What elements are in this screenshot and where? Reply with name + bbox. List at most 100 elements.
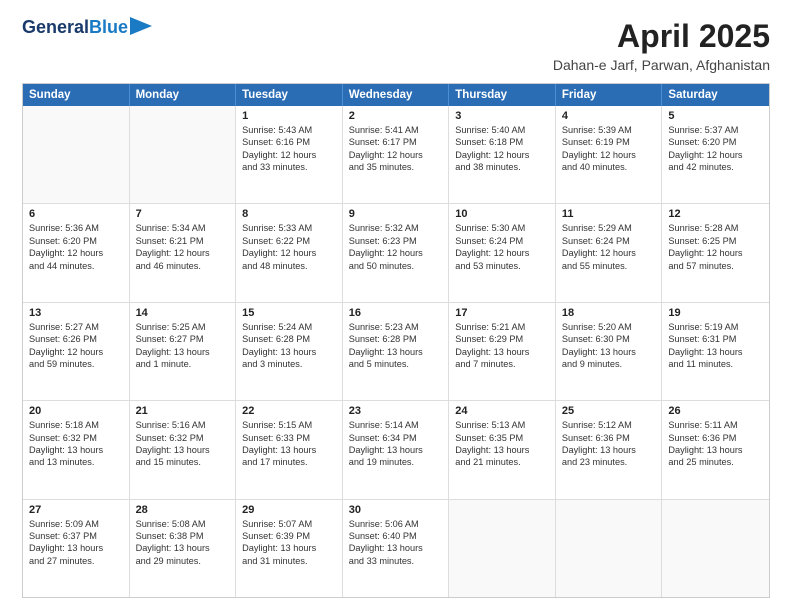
day-number: 19 — [668, 307, 763, 319]
cell-line: Daylight: 13 hours — [242, 444, 336, 456]
cell-line: Sunset: 6:33 PM — [242, 432, 336, 444]
cell-line: Sunset: 6:36 PM — [562, 432, 656, 444]
day-number: 20 — [29, 405, 123, 417]
cal-cell: 23Sunrise: 5:14 AMSunset: 6:34 PMDayligh… — [343, 401, 450, 498]
cell-line: Daylight: 12 hours — [349, 149, 443, 161]
day-number: 27 — [29, 504, 123, 516]
logo: GeneralBlue — [22, 18, 152, 38]
cal-cell: 8Sunrise: 5:33 AMSunset: 6:22 PMDaylight… — [236, 204, 343, 301]
day-number: 6 — [29, 208, 123, 220]
cal-cell: 18Sunrise: 5:20 AMSunset: 6:30 PMDayligh… — [556, 303, 663, 400]
cal-cell: 5Sunrise: 5:37 AMSunset: 6:20 PMDaylight… — [662, 106, 769, 203]
cell-line: and 1 minute. — [136, 358, 230, 370]
cell-line: Sunrise: 5:19 AM — [668, 321, 763, 333]
cell-line: Sunset: 6:21 PM — [136, 235, 230, 247]
cell-line: Sunrise: 5:12 AM — [562, 419, 656, 431]
day-number: 23 — [349, 405, 443, 417]
cell-line: Daylight: 12 hours — [349, 247, 443, 259]
cell-line: Daylight: 13 hours — [455, 444, 549, 456]
cell-line: Sunrise: 5:39 AM — [562, 124, 656, 136]
cell-line: Daylight: 13 hours — [242, 542, 336, 554]
day-number: 24 — [455, 405, 549, 417]
cell-line: Daylight: 13 hours — [136, 346, 230, 358]
day-number: 30 — [349, 504, 443, 516]
cell-line: Sunset: 6:26 PM — [29, 333, 123, 345]
main-title: April 2025 — [553, 18, 770, 55]
cell-line: Sunset: 6:18 PM — [455, 136, 549, 148]
cell-line: and 25 minutes. — [668, 456, 763, 468]
day-number: 13 — [29, 307, 123, 319]
week-row-4: 27Sunrise: 5:09 AMSunset: 6:37 PMDayligh… — [23, 499, 769, 597]
cal-cell: 19Sunrise: 5:19 AMSunset: 6:31 PMDayligh… — [662, 303, 769, 400]
cell-line: Daylight: 13 hours — [562, 346, 656, 358]
day-number: 16 — [349, 307, 443, 319]
cell-line: and 31 minutes. — [242, 555, 336, 567]
cell-line: and 15 minutes. — [136, 456, 230, 468]
cal-cell: 12Sunrise: 5:28 AMSunset: 6:25 PMDayligh… — [662, 204, 769, 301]
cell-line: and 7 minutes. — [455, 358, 549, 370]
cell-line: and 13 minutes. — [29, 456, 123, 468]
cal-cell: 4Sunrise: 5:39 AMSunset: 6:19 PMDaylight… — [556, 106, 663, 203]
logo-arrow-icon — [130, 17, 152, 35]
cell-line: Daylight: 13 hours — [349, 444, 443, 456]
cell-line: Sunrise: 5:37 AM — [668, 124, 763, 136]
col-header-sunday: Sunday — [23, 84, 130, 106]
cell-line: Sunset: 6:39 PM — [242, 530, 336, 542]
cell-line: Sunset: 6:24 PM — [455, 235, 549, 247]
day-number: 29 — [242, 504, 336, 516]
cell-line: and 57 minutes. — [668, 260, 763, 272]
cell-line: Daylight: 12 hours — [242, 247, 336, 259]
day-number: 12 — [668, 208, 763, 220]
day-number: 11 — [562, 208, 656, 220]
day-number: 25 — [562, 405, 656, 417]
cell-line: and 35 minutes. — [349, 161, 443, 173]
week-row-3: 20Sunrise: 5:18 AMSunset: 6:32 PMDayligh… — [23, 400, 769, 498]
cell-line: and 55 minutes. — [562, 260, 656, 272]
cell-line: Sunrise: 5:23 AM — [349, 321, 443, 333]
day-number: 26 — [668, 405, 763, 417]
cell-line: and 40 minutes. — [562, 161, 656, 173]
cell-line: Sunrise: 5:34 AM — [136, 222, 230, 234]
cell-line: Sunset: 6:35 PM — [455, 432, 549, 444]
cell-line: and 50 minutes. — [349, 260, 443, 272]
cell-line: Sunrise: 5:11 AM — [668, 419, 763, 431]
cell-line: Sunset: 6:40 PM — [349, 530, 443, 542]
cal-cell: 1Sunrise: 5:43 AMSunset: 6:16 PMDaylight… — [236, 106, 343, 203]
cell-line: Sunset: 6:31 PM — [668, 333, 763, 345]
cell-line: and 59 minutes. — [29, 358, 123, 370]
cell-line: and 33 minutes. — [242, 161, 336, 173]
cell-line: and 46 minutes. — [136, 260, 230, 272]
cal-cell: 22Sunrise: 5:15 AMSunset: 6:33 PMDayligh… — [236, 401, 343, 498]
cell-line: Sunrise: 5:29 AM — [562, 222, 656, 234]
week-row-1: 6Sunrise: 5:36 AMSunset: 6:20 PMDaylight… — [23, 203, 769, 301]
cell-line: and 3 minutes. — [242, 358, 336, 370]
cell-line: Sunset: 6:19 PM — [562, 136, 656, 148]
cell-line: Sunrise: 5:40 AM — [455, 124, 549, 136]
cell-line: Sunrise: 5:43 AM — [242, 124, 336, 136]
cell-line: Daylight: 13 hours — [455, 346, 549, 358]
cell-line: Daylight: 12 hours — [562, 247, 656, 259]
subtitle: Dahan-e Jarf, Parwan, Afghanistan — [553, 57, 770, 73]
cal-cell: 10Sunrise: 5:30 AMSunset: 6:24 PMDayligh… — [449, 204, 556, 301]
cell-line: and 5 minutes. — [349, 358, 443, 370]
cal-cell — [662, 500, 769, 597]
cell-line: Sunrise: 5:08 AM — [136, 518, 230, 530]
header: GeneralBlue April 2025 Dahan-e Jarf, Par… — [22, 18, 770, 73]
cell-line: Sunset: 6:29 PM — [455, 333, 549, 345]
cell-line: Daylight: 12 hours — [242, 149, 336, 161]
cell-line: Sunrise: 5:28 AM — [668, 222, 763, 234]
day-number: 28 — [136, 504, 230, 516]
logo-general: General — [22, 17, 89, 37]
cell-line: Sunset: 6:37 PM — [29, 530, 123, 542]
cell-line: Sunset: 6:22 PM — [242, 235, 336, 247]
day-number: 5 — [668, 110, 763, 122]
cell-line: Daylight: 13 hours — [136, 542, 230, 554]
cal-cell: 26Sunrise: 5:11 AMSunset: 6:36 PMDayligh… — [662, 401, 769, 498]
cell-line: and 9 minutes. — [562, 358, 656, 370]
cell-line: Sunset: 6:17 PM — [349, 136, 443, 148]
cell-line: Daylight: 12 hours — [455, 149, 549, 161]
cell-line: and 21 minutes. — [455, 456, 549, 468]
cell-line: Daylight: 13 hours — [29, 444, 123, 456]
day-number: 17 — [455, 307, 549, 319]
cell-line: and 11 minutes. — [668, 358, 763, 370]
